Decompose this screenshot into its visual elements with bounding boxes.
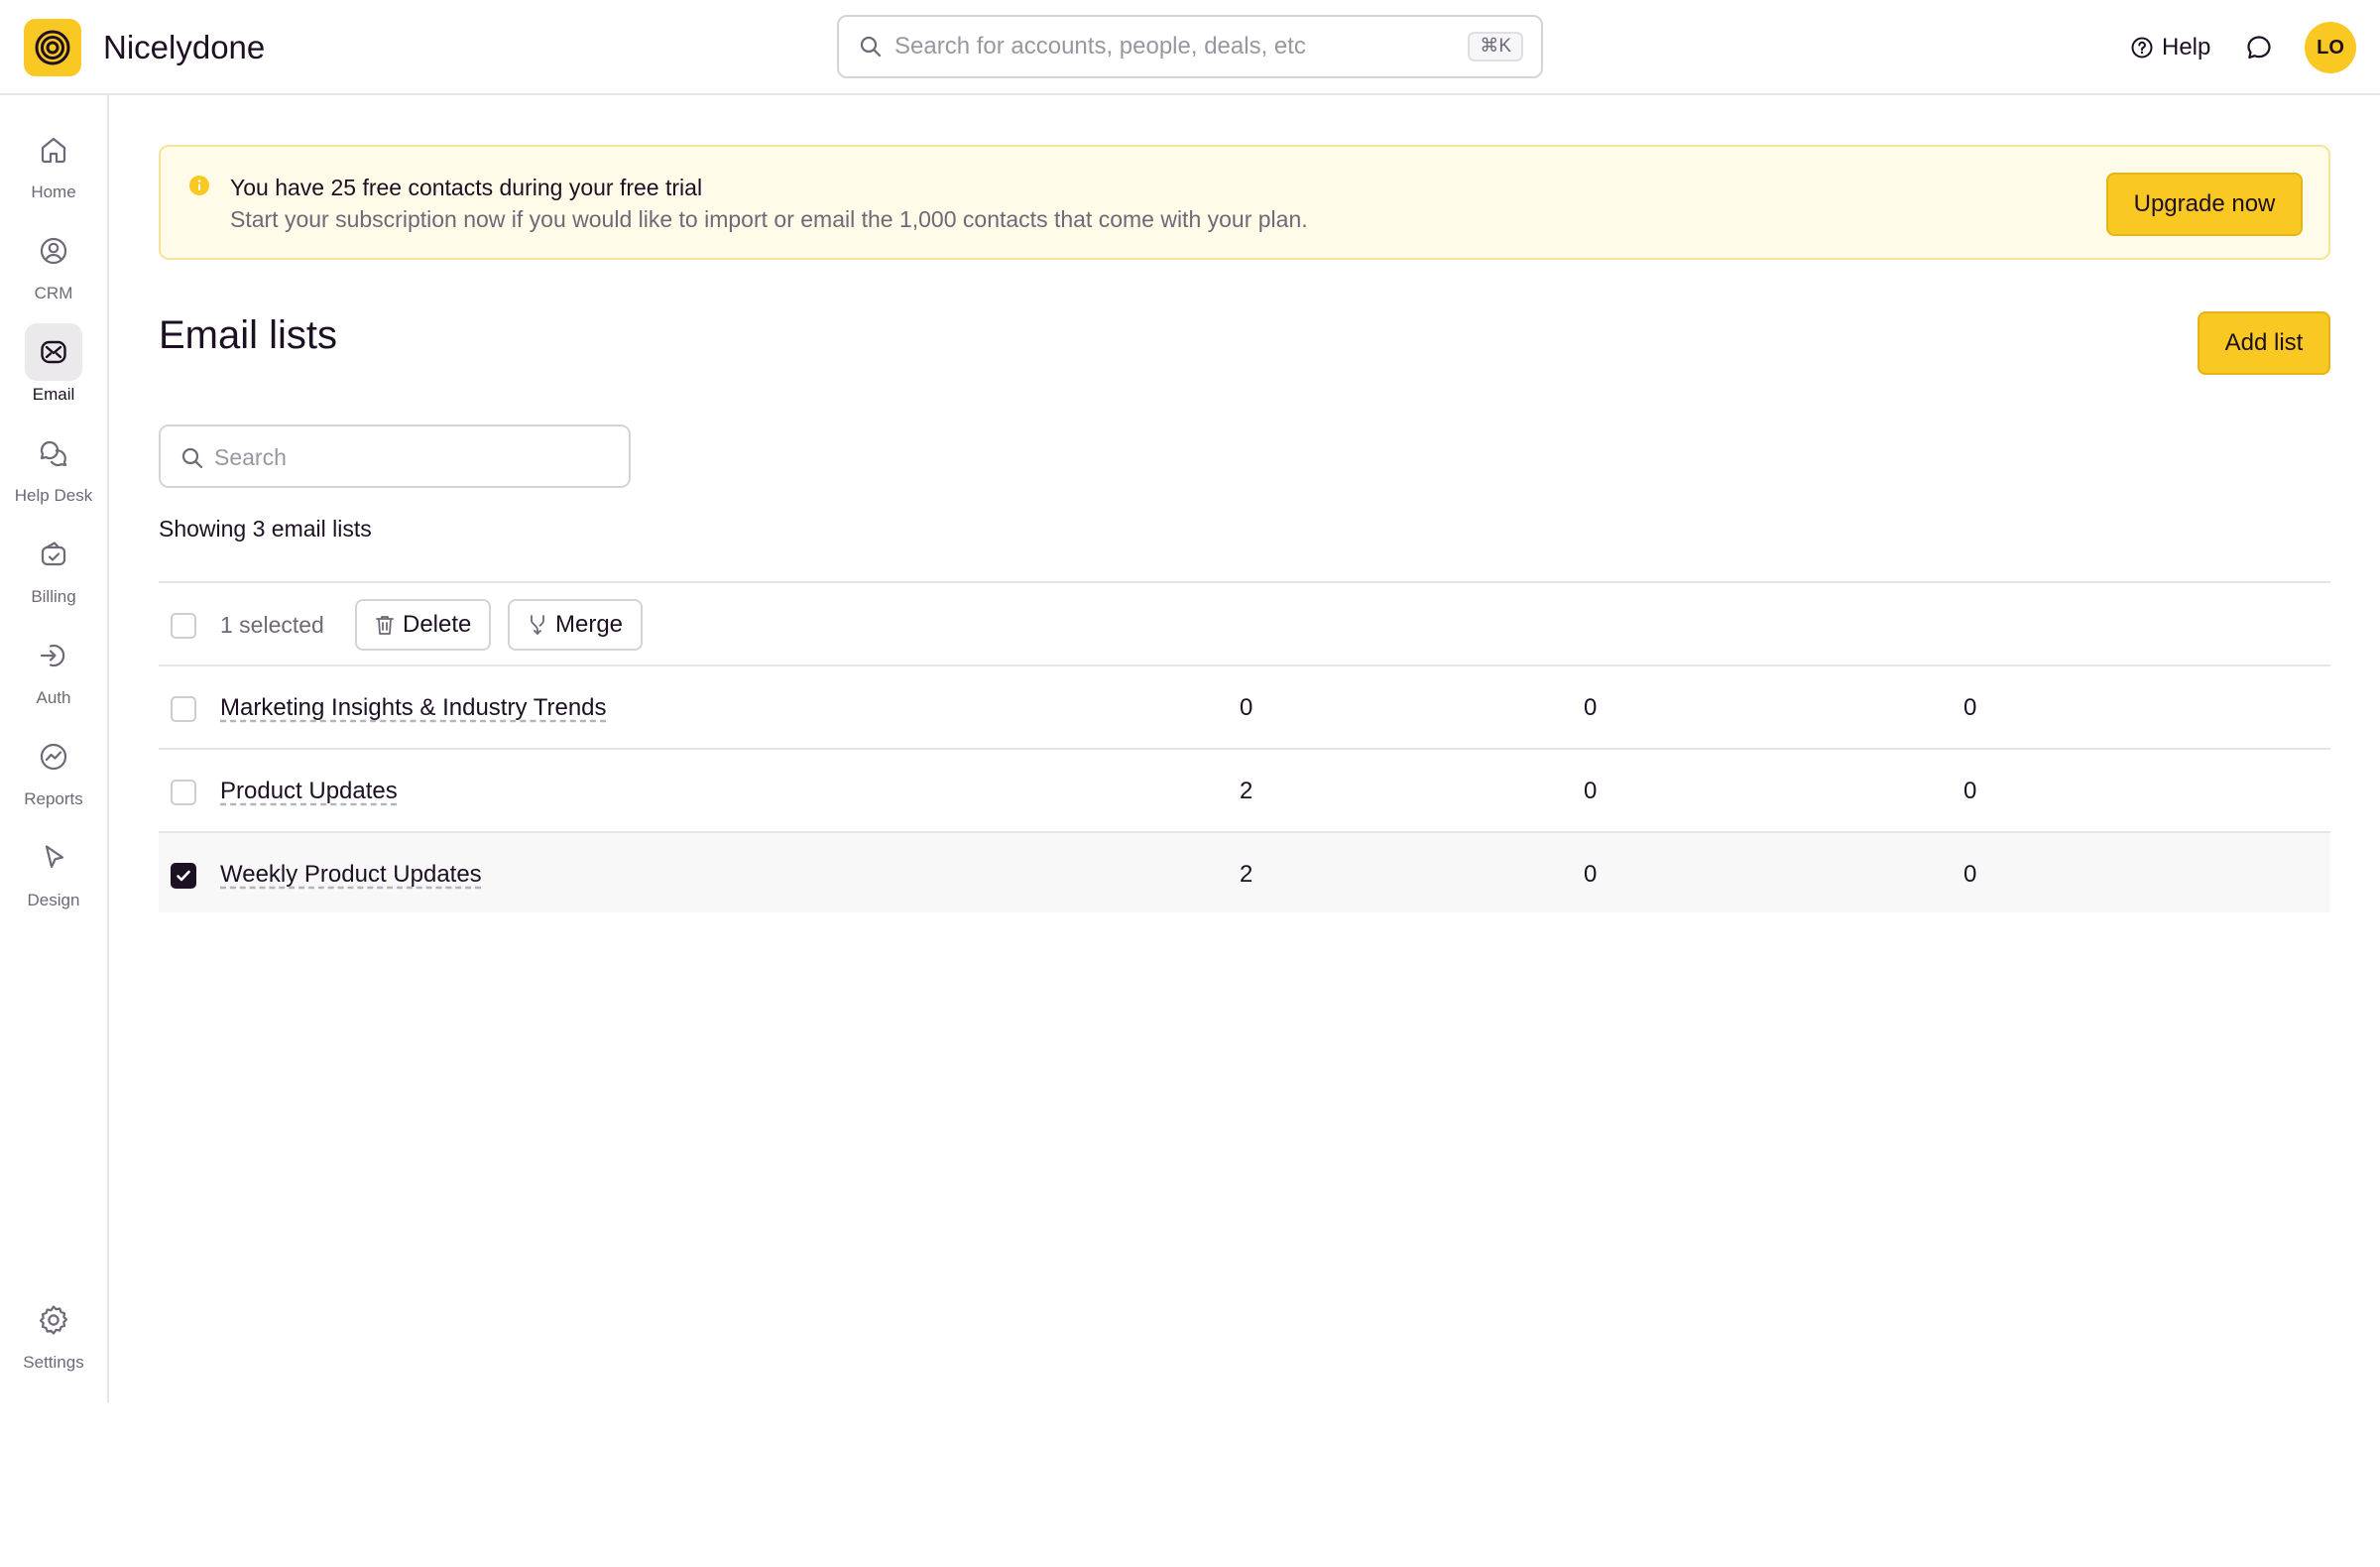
sidebar-item-design[interactable]: Design xyxy=(0,829,107,920)
sidebar-item-crm[interactable]: CRM xyxy=(0,222,107,313)
shortcut-badge: ⌘K xyxy=(1468,32,1523,61)
list-name-link[interactable]: Product Updates xyxy=(220,778,398,805)
sidebar-item-label: Home xyxy=(31,182,76,201)
list-name-link[interactable]: Weekly Product Updates xyxy=(220,861,482,889)
chat-icon[interactable] xyxy=(2245,34,2273,61)
sidebar-item-billing[interactable]: Billing xyxy=(0,526,107,617)
delete-label: Delete xyxy=(403,611,472,638)
row-checkbox[interactable] xyxy=(171,696,196,722)
login-icon xyxy=(40,644,65,667)
sidebar-item-auth[interactable]: Auth xyxy=(0,627,107,718)
sidebar-item-label: Reports xyxy=(24,789,83,808)
list-search[interactable] xyxy=(159,424,631,488)
add-list-button[interactable]: Add list xyxy=(2198,311,2330,375)
list-stat-2: 0 xyxy=(1584,694,1598,721)
row-checkbox[interactable] xyxy=(171,863,196,889)
table-row[interactable]: Weekly Product Updates 2 0 0 xyxy=(159,831,2330,912)
trash-icon xyxy=(376,616,394,635)
list-stat-1: 2 xyxy=(1240,861,1253,888)
home-icon xyxy=(41,137,66,164)
help-link[interactable]: Help xyxy=(2130,28,2210,67)
avatar[interactable]: LO xyxy=(2305,22,2356,73)
sidebar-item-help-desk[interactable]: Help Desk xyxy=(0,424,107,516)
select-all-checkbox[interactable] xyxy=(171,613,196,639)
list-stat-2: 0 xyxy=(1584,778,1598,804)
wallet-icon xyxy=(41,542,66,566)
sidebar-item-label: CRM xyxy=(34,284,73,302)
sidebar-item-label: Help Desk xyxy=(14,486,93,505)
cursor-icon xyxy=(45,845,64,869)
list-stat-3: 0 xyxy=(1964,861,1977,888)
search-icon xyxy=(860,36,882,58)
chart-icon xyxy=(40,743,67,771)
table-row[interactable]: Product Updates 2 0 0 xyxy=(159,748,2330,831)
info-icon xyxy=(189,176,209,195)
logo[interactable] xyxy=(24,19,81,76)
search-icon xyxy=(181,447,203,469)
sidebar: Home CRM Email Help Desk Billing Auth Re… xyxy=(0,95,109,1402)
upgrade-now-button[interactable]: Upgrade now xyxy=(2106,173,2303,236)
global-search[interactable]: ⌘K xyxy=(837,15,1543,78)
list-stat-1: 0 xyxy=(1240,694,1253,721)
brand-name: Nicelydone xyxy=(103,29,266,65)
list-stat-1: 2 xyxy=(1240,778,1253,804)
sidebar-item-label: Settings xyxy=(23,1353,84,1372)
email-icon xyxy=(41,340,66,364)
contact-icon xyxy=(40,237,67,265)
banner-title: You have 25 free contacts during your fr… xyxy=(230,175,703,200)
merge-button[interactable]: Merge xyxy=(508,599,644,651)
list-stat-2: 0 xyxy=(1584,861,1598,888)
sidebar-item-label: Email xyxy=(32,385,75,404)
sidebar-item-label: Design xyxy=(27,891,80,909)
list-stat-3: 0 xyxy=(1964,694,1977,721)
help-circle-icon xyxy=(2131,37,2153,59)
delete-button[interactable]: Delete xyxy=(355,599,492,651)
page-title: Email lists xyxy=(159,313,338,357)
sidebar-item-email[interactable]: Email xyxy=(0,323,107,415)
check-icon xyxy=(177,870,190,882)
spiral-logo-icon xyxy=(35,30,70,65)
merge-label: Merge xyxy=(555,611,624,638)
table-row[interactable]: Marketing Insights & Industry Trends 0 0… xyxy=(159,664,2330,748)
sidebar-item-settings[interactable]: Settings xyxy=(0,1291,107,1383)
help-label: Help xyxy=(2162,34,2211,60)
results-count: Showing 3 email lists xyxy=(159,516,372,542)
trial-banner: You have 25 free contacts during your fr… xyxy=(159,145,2330,260)
global-search-input[interactable] xyxy=(894,27,1450,66)
sidebar-item-home[interactable]: Home xyxy=(0,121,107,212)
selected-count: 1 selected xyxy=(220,612,324,638)
list-name-link[interactable]: Marketing Insights & Industry Trends xyxy=(220,694,607,722)
list-stat-3: 0 xyxy=(1964,778,1977,804)
banner-text: Start your subscription now if you would… xyxy=(230,206,1308,232)
merge-icon xyxy=(531,615,544,635)
bulk-actions-row: 1 selected Delete Merge xyxy=(159,581,2330,664)
chat-bubbles-icon xyxy=(40,440,67,467)
row-checkbox[interactable] xyxy=(171,780,196,805)
list-search-input[interactable] xyxy=(214,437,611,477)
sidebar-item-reports[interactable]: Reports xyxy=(0,728,107,819)
top-bar: Nicelydone ⌘K Help LO xyxy=(0,0,2380,95)
gear-icon xyxy=(39,1305,68,1335)
sidebar-item-label: Billing xyxy=(31,587,76,606)
sidebar-item-label: Auth xyxy=(36,688,71,707)
